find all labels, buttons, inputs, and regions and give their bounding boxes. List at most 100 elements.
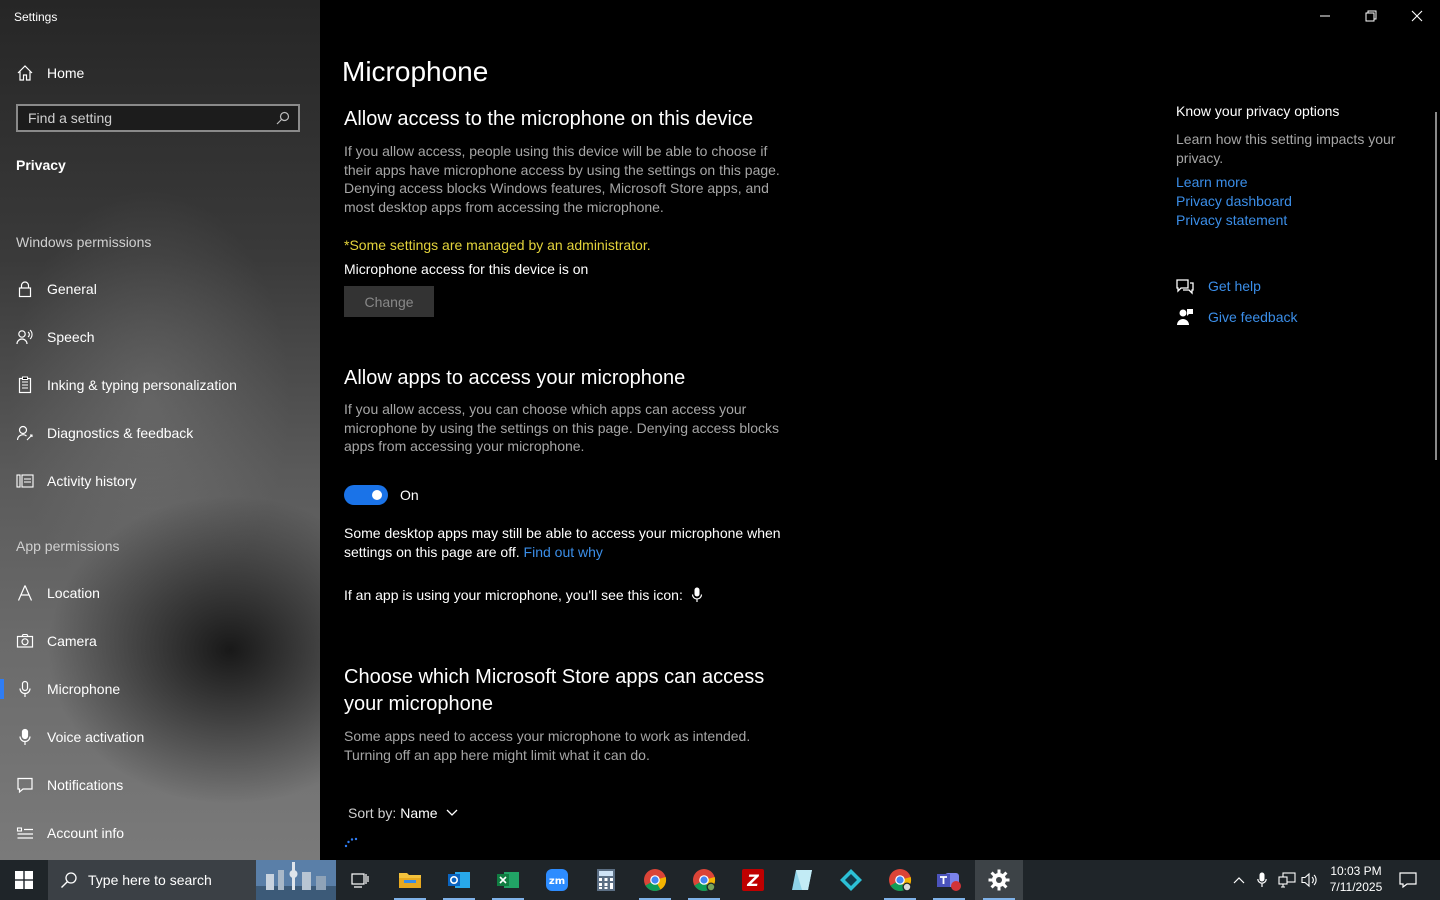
find-setting-search[interactable] xyxy=(16,104,300,132)
taskbar-app-chrome-profile-2[interactable] xyxy=(876,860,924,900)
find-out-why-link[interactable]: Find out why xyxy=(524,544,603,560)
sidebar-item-voice-activation[interactable]: Voice activation xyxy=(0,717,320,757)
sidebar-item-label: General xyxy=(47,281,97,297)
sidebar-item-speech[interactable]: Speech xyxy=(0,317,320,357)
search-icon[interactable] xyxy=(276,111,290,125)
svg-text:Z: Z xyxy=(746,871,759,890)
section-title: Privacy xyxy=(16,157,66,173)
privacy-statement-link[interactable]: Privacy statement xyxy=(1176,211,1416,230)
taskbar-clock[interactable]: 10:03 PM 7/11/2025 xyxy=(1318,863,1394,895)
taskbar-app-excel[interactable] xyxy=(484,860,532,900)
sidebar-item-label: Voice activation xyxy=(47,729,145,745)
show-hidden-icons-button[interactable] xyxy=(1228,860,1250,900)
apps-access-heading: Allow apps to access your microphone xyxy=(344,367,686,389)
sidebar-item-inking-typing[interactable]: Inking & typing personalization xyxy=(0,365,320,405)
sidebar-item-account-info[interactable]: Account info xyxy=(0,813,320,853)
sort-label: Sort by: xyxy=(348,805,397,821)
privacy-dashboard-link[interactable]: Privacy dashboard xyxy=(1176,192,1416,211)
sort-dropdown[interactable]: Sort by: Name xyxy=(348,805,458,821)
clock-date: 7/11/2025 xyxy=(1329,880,1383,894)
search-input[interactable] xyxy=(28,110,258,126)
sidebar-item-label: Activity history xyxy=(47,473,137,489)
calculator-icon xyxy=(597,869,615,891)
task-view-icon xyxy=(351,873,369,888)
toggle-state-label: On xyxy=(400,487,419,503)
start-button[interactable] xyxy=(0,860,48,900)
search-highlight-image xyxy=(256,860,336,900)
action-center-button[interactable] xyxy=(1394,860,1422,900)
tray-microphone[interactable] xyxy=(1252,860,1272,900)
taskbar-app-notepad[interactable] xyxy=(778,860,826,900)
scrollbar[interactable] xyxy=(1435,112,1437,460)
diagnostics-icon xyxy=(16,424,34,442)
group-heading-app-permissions: App permissions xyxy=(16,538,120,554)
chevron-down-icon xyxy=(446,809,458,817)
excel-icon xyxy=(497,872,519,888)
sidebar-item-general[interactable]: General xyxy=(0,269,320,309)
mic-icon-note: If an app is using your microphone, you'… xyxy=(344,586,703,605)
apps-access-toggle-row: On xyxy=(344,485,419,505)
device-access-description: If you allow access, people using this d… xyxy=(344,143,780,215)
taskbar-search-box[interactable]: Type here to search xyxy=(48,860,336,900)
chrome-icon xyxy=(644,869,667,891)
chrome-profile2-icon xyxy=(889,869,912,892)
sidebar-item-label: Inking & typing personalization xyxy=(47,377,237,393)
device-access-heading: Allow access to the microphone on this d… xyxy=(344,108,754,130)
sidebar-item-notifications[interactable]: Notifications xyxy=(0,765,320,805)
taskbar-app-diamond[interactable] xyxy=(827,860,875,900)
taskbar-app-filezilla[interactable]: Z xyxy=(729,860,777,900)
microphone-tray-icon xyxy=(1257,872,1267,887)
network-icon xyxy=(1278,872,1296,888)
home-icon xyxy=(16,64,34,82)
mic-in-use-icon xyxy=(691,587,703,603)
give-feedback-icon xyxy=(1176,308,1194,326)
taskbar: Type here to search zm Z 10:03 PM 7/11/2… xyxy=(0,860,1440,900)
selection-indicator xyxy=(0,679,4,699)
task-view-button[interactable] xyxy=(336,860,384,900)
sidebar-item-label: Location xyxy=(47,585,100,601)
taskbar-app-chrome-profile[interactable] xyxy=(680,860,728,900)
tray-volume[interactable] xyxy=(1300,860,1320,900)
app-title: Settings xyxy=(14,10,58,24)
taskbar-app-calculator[interactable] xyxy=(582,860,630,900)
apps-access-toggle[interactable] xyxy=(344,485,388,505)
loading-spinner-icon xyxy=(344,836,360,848)
give-feedback-link[interactable]: Give feedback xyxy=(1176,308,1298,326)
privacy-options-description: Learn how this setting impacts your priv… xyxy=(1176,131,1396,166)
taskbar-app-file-explorer[interactable] xyxy=(386,860,434,900)
search-icon xyxy=(60,871,78,889)
taskbar-app-teams[interactable] xyxy=(925,860,973,900)
learn-more-link[interactable]: Learn more xyxy=(1176,173,1416,192)
account-info-icon xyxy=(16,824,34,842)
clipboard-icon xyxy=(16,376,34,394)
sidebar-item-label: Speech xyxy=(47,329,95,345)
sidebar-item-location[interactable]: Location xyxy=(0,573,320,613)
tray-network[interactable] xyxy=(1276,860,1298,900)
get-help-icon xyxy=(1176,277,1194,295)
change-button[interactable]: Change xyxy=(344,286,434,317)
device-access-status: Microphone access for this device is on xyxy=(344,261,589,277)
teams-icon xyxy=(937,873,961,891)
chevron-up-icon xyxy=(1233,877,1245,884)
nav-home[interactable]: Home xyxy=(16,62,84,84)
microphone-icon xyxy=(16,680,34,698)
taskbar-app-outlook[interactable] xyxy=(435,860,483,900)
main-content: Microphone Allow access to the microphon… xyxy=(320,0,1440,860)
sidebar-item-activity-history[interactable]: Activity history xyxy=(0,461,320,501)
location-icon xyxy=(16,584,34,602)
privacy-options-heading: Know your privacy options xyxy=(1176,103,1340,119)
page-title: Microphone xyxy=(342,56,489,87)
file-explorer-icon xyxy=(399,873,421,888)
activity-icon xyxy=(16,472,34,490)
taskbar-app-settings[interactable] xyxy=(975,860,1023,900)
app-diamond-icon xyxy=(840,869,862,891)
settings-icon xyxy=(988,869,1010,891)
sidebar-item-diagnostics[interactable]: Diagnostics & feedback xyxy=(0,413,320,453)
taskbar-app-zoom[interactable]: zm xyxy=(533,860,581,900)
sidebar-item-camera[interactable]: Camera xyxy=(0,621,320,661)
apps-access-description: If you allow access, you can choose whic… xyxy=(344,401,780,454)
taskbar-app-chrome[interactable] xyxy=(631,860,679,900)
get-help-link[interactable]: Get help xyxy=(1176,277,1261,295)
windows-logo-icon xyxy=(15,871,33,889)
sidebar-item-microphone[interactable]: Microphone xyxy=(0,669,320,709)
